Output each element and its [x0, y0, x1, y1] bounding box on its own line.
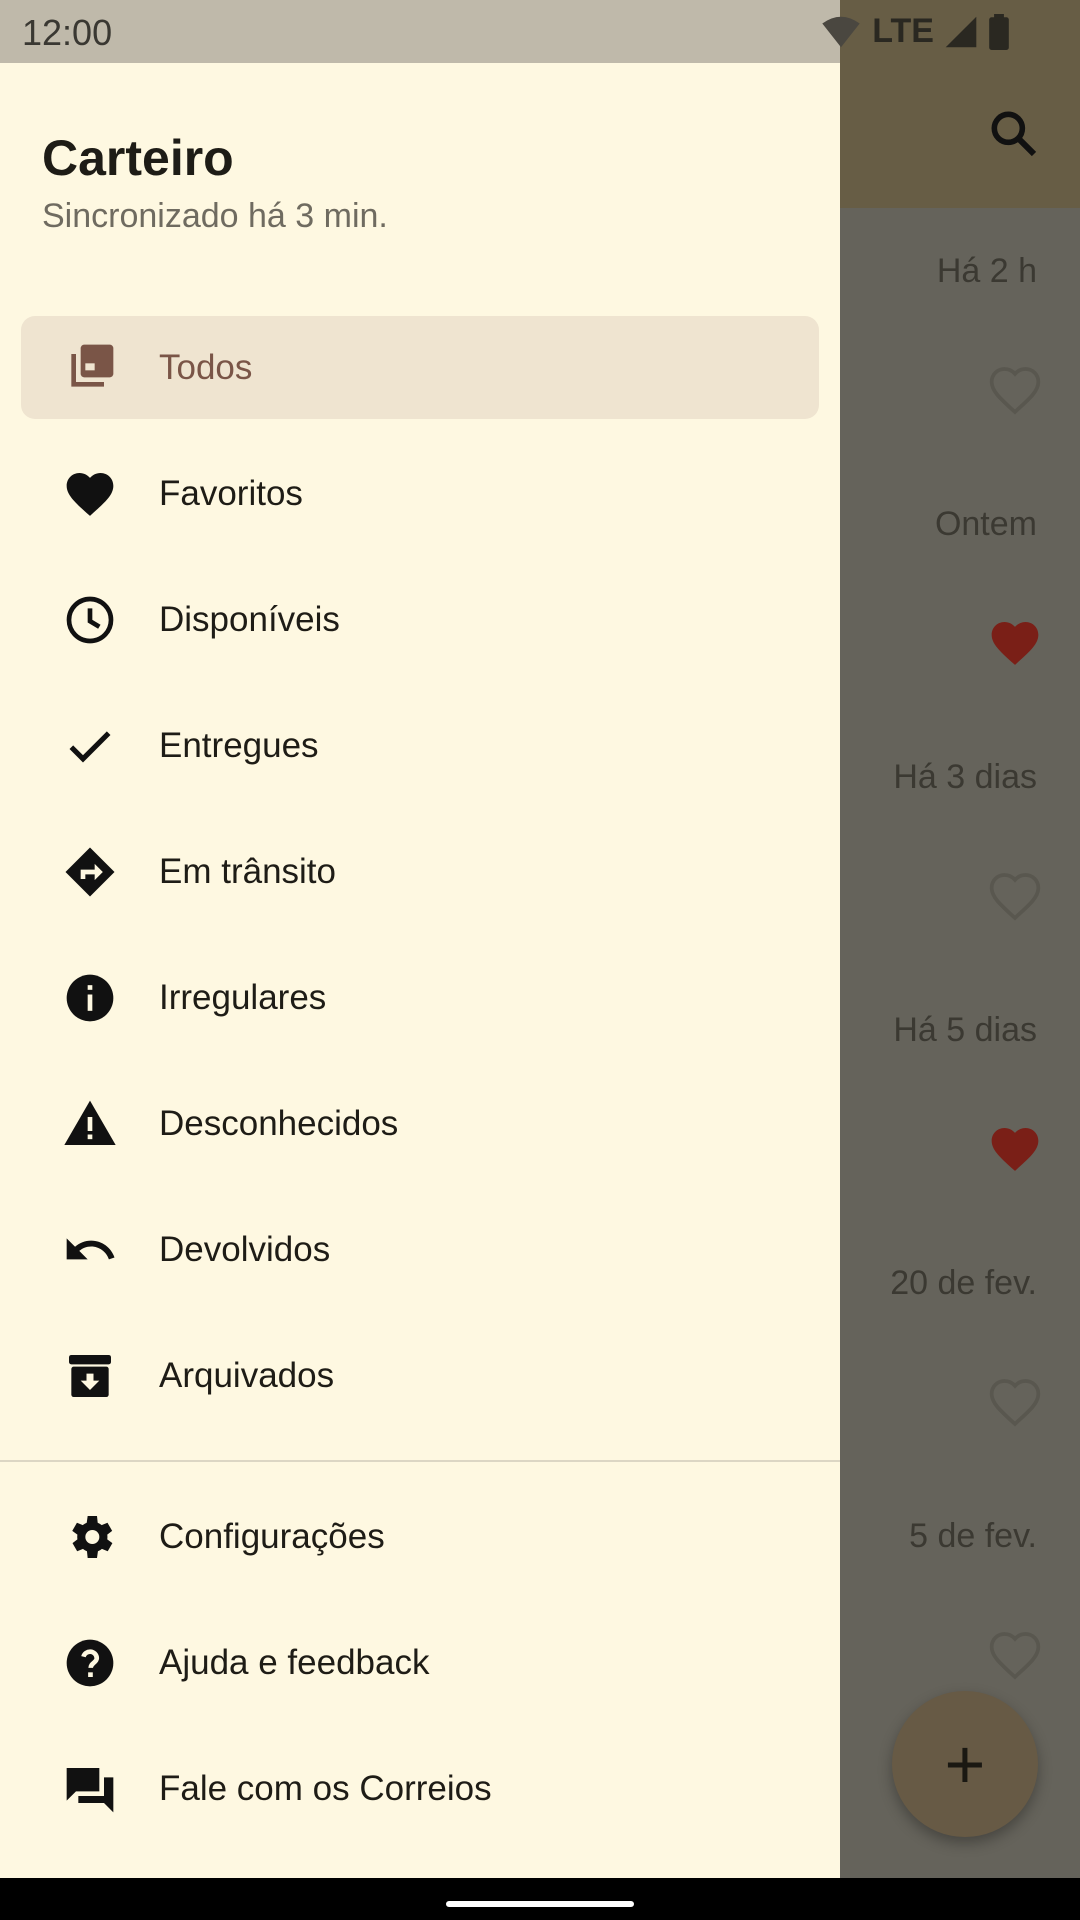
status-time: 12:00 [22, 12, 113, 53]
drawer-item-label: Entregues [159, 725, 319, 765]
favorite-heart-icon[interactable] [987, 1627, 1043, 1680]
drawer-item-entregues[interactable]: Entregues [21, 694, 819, 797]
wifi-icon [822, 16, 860, 47]
drawer-item-label: Todos [159, 347, 253, 387]
favorite-heart-icon[interactable] [987, 1374, 1043, 1427]
drawer-item-label: Em trânsito [159, 851, 336, 891]
battery-icon [989, 13, 1009, 50]
gear-icon [62, 1509, 118, 1565]
archive-icon [62, 1348, 118, 1404]
add-package-button[interactable]: + [892, 1691, 1038, 1837]
drawer-item-label: Favoritos [159, 473, 303, 513]
status-bar: 12:00 LTE [0, 0, 1080, 63]
drawer-item-label: Devolvidos [159, 1229, 331, 1269]
drawer-item-ajuda-e-feedback[interactable]: Ajuda e feedback [21, 1611, 819, 1714]
drawer-item-irregulares[interactable]: Irregulares [21, 946, 819, 1049]
drawer-item-favoritos[interactable]: Favoritos [21, 442, 819, 545]
drawer-item-arquivados[interactable]: Arquivados [21, 1324, 819, 1427]
drawer-item-devolvidos[interactable]: Devolvidos [21, 1198, 819, 1301]
heart-icon [62, 466, 118, 522]
drawer-item-disponiveis[interactable]: Disponíveis [21, 568, 819, 671]
signal-icon [945, 16, 977, 47]
directions-icon [62, 844, 118, 900]
system-nav-bar [0, 1878, 1080, 1920]
drawer-item-configuracoes[interactable]: Configurações [21, 1485, 819, 1588]
check-icon [62, 718, 118, 774]
search-icon[interactable] [985, 105, 1041, 161]
favorite-heart-icon[interactable] [987, 1121, 1043, 1173]
navigation-drawer: Carteiro Sincronizado há 3 min. Todos Fav… [0, 63, 840, 1878]
drawer-item-em-transito[interactable]: Em trânsito [21, 820, 819, 923]
favorite-heart-icon[interactable] [987, 615, 1043, 667]
sync-status: Sincronizado há 3 min. [42, 197, 388, 235]
drawer-item-label: Configurações [159, 1516, 385, 1556]
drawer-item-fale-com-os-correios[interactable]: Fale com os Correios [21, 1737, 819, 1840]
collection-icon [62, 340, 118, 396]
drawer-title: Carteiro [42, 130, 234, 186]
drawer-item-label: Fale com os Correios [159, 1768, 492, 1808]
network-type: LTE [872, 12, 934, 50]
drawer-item-todos[interactable]: Todos [21, 316, 819, 419]
undo-icon [62, 1222, 118, 1278]
drawer-item-label: Arquivados [159, 1355, 335, 1395]
chat-icon [62, 1761, 118, 1817]
divider [0, 1460, 840, 1462]
drawer-item-label: Disponíveis [159, 599, 340, 639]
drawer-item-desconhecidos[interactable]: Desconhecidos [21, 1072, 819, 1175]
drawer-item-label: Ajuda e feedback [159, 1642, 430, 1682]
favorite-heart-icon[interactable] [987, 362, 1043, 415]
warning-icon [62, 1096, 118, 1152]
drawer-item-label: Irregulares [159, 977, 327, 1017]
clock-icon [62, 592, 118, 648]
favorite-heart-icon[interactable] [987, 868, 1043, 921]
drawer-item-label: Desconhecidos [159, 1103, 399, 1143]
info-icon [62, 970, 118, 1026]
help-icon [62, 1635, 118, 1691]
home-handle[interactable] [446, 1901, 634, 1907]
